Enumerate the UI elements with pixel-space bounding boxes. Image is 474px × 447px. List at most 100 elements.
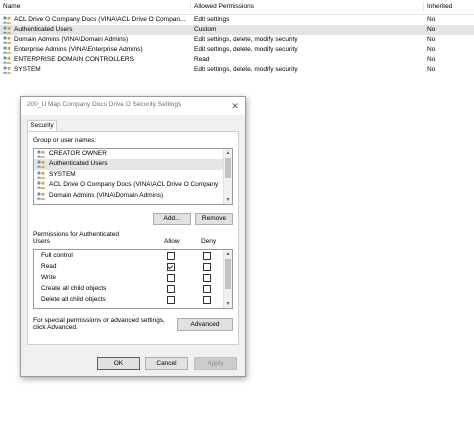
- permissions-list: Full control Read Write Create all child ob…: [33, 249, 233, 309]
- chevron-up-icon[interactable]: ▲: [224, 149, 232, 157]
- row-permissions: Read: [194, 56, 210, 63]
- permission-row: Read: [34, 261, 232, 272]
- row-permissions: Custom: [194, 26, 217, 33]
- scrollbar-thumb[interactable]: [225, 259, 231, 289]
- special-permissions-text-2: click Advanced.: [33, 324, 78, 331]
- row-permissions: Edit settings: [194, 16, 230, 23]
- allow-column-header: Allow: [164, 238, 180, 245]
- permission-name: Create all child objects: [41, 285, 107, 292]
- chevron-down-icon[interactable]: ▼: [224, 300, 232, 308]
- permissions-table: Name Allowed Permissions Inherited ACL D…: [0, 0, 474, 75]
- dialog-title: 200_U Map Company Docs Drive O Security …: [27, 101, 182, 108]
- dialog-titlebar[interactable]: 200_U Map Company Docs Drive O Security …: [21, 97, 245, 115]
- deny-checkbox[interactable]: [203, 285, 211, 293]
- permission-row: Delete all child objects: [34, 294, 232, 305]
- ok-button[interactable]: OK: [97, 357, 140, 370]
- users-icon: [2, 26, 12, 34]
- table-row[interactable]: Domain Admins (VINA\Domain Admins) Edit s…: [0, 35, 474, 45]
- users-icon: [36, 160, 46, 169]
- table-row[interactable]: ENTERPRISE DOMAIN CONTROLLERS Read No: [0, 55, 474, 65]
- permission-name: Full control: [41, 252, 73, 259]
- permissions-for-label-user: Users: [33, 238, 50, 245]
- allow-checkbox[interactable]: [167, 252, 175, 260]
- allow-checkbox[interactable]: [167, 263, 175, 271]
- row-name: Domain Admins (VINA\Domain Admins): [14, 36, 129, 43]
- row-inherited: No: [427, 36, 436, 43]
- row-name: ENTERPRISE DOMAIN CONTROLLERS: [14, 56, 134, 63]
- group-name: Authenticated Users: [49, 160, 108, 168]
- advanced-button[interactable]: Advanced: [177, 318, 233, 331]
- column-separator[interactable]: [423, 2, 424, 12]
- column-header-permissions[interactable]: Allowed Permissions: [194, 3, 254, 10]
- group-list-items: CREATOR OWNER Authenticated Users SYSTEM AC…: [34, 149, 232, 201]
- list-item[interactable]: SYSTEM: [34, 170, 232, 180]
- row-name: ACL Drive O Company Docs (VINA\ACL Drive…: [14, 16, 186, 23]
- row-inherited: No: [427, 66, 436, 73]
- table-body: ACL Drive O Company Docs (VINA\ACL Drive…: [0, 15, 474, 75]
- allow-checkbox[interactable]: [167, 285, 175, 293]
- row-name: Enterprise Admins (VINA\Enterprise Admin…: [14, 46, 143, 53]
- group-names-list[interactable]: CREATOR OWNER Authenticated Users SYSTEM AC…: [33, 148, 233, 205]
- permission-row: Full control: [34, 250, 232, 261]
- deny-checkbox[interactable]: [203, 252, 211, 260]
- security-tab-panel: Group or user names: CREATOR OWNER Authen…: [27, 131, 239, 345]
- scrollbar-thumb[interactable]: [225, 158, 231, 178]
- permission-row: Create all child objects: [34, 283, 232, 294]
- chevron-down-icon[interactable]: ▼: [224, 196, 232, 204]
- column-separator[interactable]: [190, 2, 191, 12]
- deny-column-header: Deny: [201, 238, 217, 245]
- table-row[interactable]: Enterprise Admins (VINA\Enterprise Admin…: [0, 45, 474, 55]
- table-row[interactable]: Authenticated Users Custom No: [0, 25, 474, 35]
- users-icon: [36, 191, 46, 200]
- group-name: CREATOR OWNER: [49, 150, 107, 157]
- remove-button[interactable]: Remove: [195, 213, 233, 225]
- list-item[interactable]: ACL Drive O Company Docs (VINA\ACL Drive…: [34, 180, 232, 190]
- list-item[interactable]: Authenticated Users: [34, 159, 232, 170]
- list-item[interactable]: CREATOR OWNER: [34, 149, 232, 159]
- group-list-scrollbar[interactable]: ▲ ▼: [223, 149, 232, 204]
- allow-checkbox[interactable]: [167, 296, 175, 304]
- row-permissions: Edit settings, delete, modify security: [194, 36, 298, 43]
- add-button[interactable]: Add...: [153, 213, 191, 225]
- users-icon: [36, 150, 46, 158]
- chevron-up-icon[interactable]: ▲: [224, 250, 232, 258]
- row-inherited: No: [427, 56, 436, 63]
- group-name: SYSTEM: [49, 170, 76, 178]
- column-header-inherited[interactable]: Inherited: [427, 3, 452, 10]
- permissions-list-scrollbar[interactable]: ▲ ▼: [223, 250, 232, 308]
- row-name: SYSTEM: [14, 66, 41, 73]
- close-icon: ✕: [231, 101, 239, 111]
- apply-button[interactable]: Apply: [194, 357, 237, 370]
- row-permissions: Edit settings, delete, modify security: [194, 46, 298, 53]
- permission-row: Write: [34, 272, 232, 283]
- deny-checkbox[interactable]: [203, 296, 211, 304]
- cancel-button[interactable]: Cancel: [145, 357, 188, 370]
- list-item[interactable]: Domain Admins (VINA\Domain Admins): [34, 191, 232, 201]
- column-header-name[interactable]: Name: [3, 3, 20, 10]
- row-name: Authenticated Users: [14, 26, 73, 33]
- permission-name: Read: [41, 263, 57, 270]
- tab-security[interactable]: Security: [27, 120, 57, 131]
- table-header: Name Allowed Permissions Inherited: [0, 0, 474, 15]
- permission-name: Delete all child objects: [41, 296, 106, 303]
- allow-checkbox[interactable]: [167, 274, 175, 282]
- row-inherited: No: [427, 26, 436, 33]
- special-permissions-text: For special permissions or advanced sett…: [33, 317, 165, 324]
- permissions-for-label: Permissions for Authenticated: [33, 231, 119, 238]
- users-icon: [2, 56, 12, 64]
- users-icon: [36, 181, 46, 189]
- row-inherited: No: [427, 46, 436, 53]
- group-names-label: Group or user names:: [33, 137, 97, 144]
- users-icon: [2, 66, 12, 74]
- row-permissions: Edit settings, delete, modify security: [194, 66, 298, 73]
- table-row[interactable]: ACL Drive O Company Docs (VINA\ACL Drive…: [0, 15, 474, 25]
- users-icon: [2, 36, 12, 44]
- deny-checkbox[interactable]: [203, 274, 211, 282]
- close-button[interactable]: ✕: [227, 98, 243, 114]
- table-row[interactable]: SYSTEM Edit settings, delete, modify secu…: [0, 65, 474, 75]
- row-inherited: No: [427, 16, 436, 23]
- users-icon: [36, 171, 46, 179]
- users-icon: [2, 16, 12, 24]
- deny-checkbox[interactable]: [203, 263, 211, 271]
- group-name: ACL Drive O Company Docs (VINA\ACL Drive…: [49, 181, 219, 189]
